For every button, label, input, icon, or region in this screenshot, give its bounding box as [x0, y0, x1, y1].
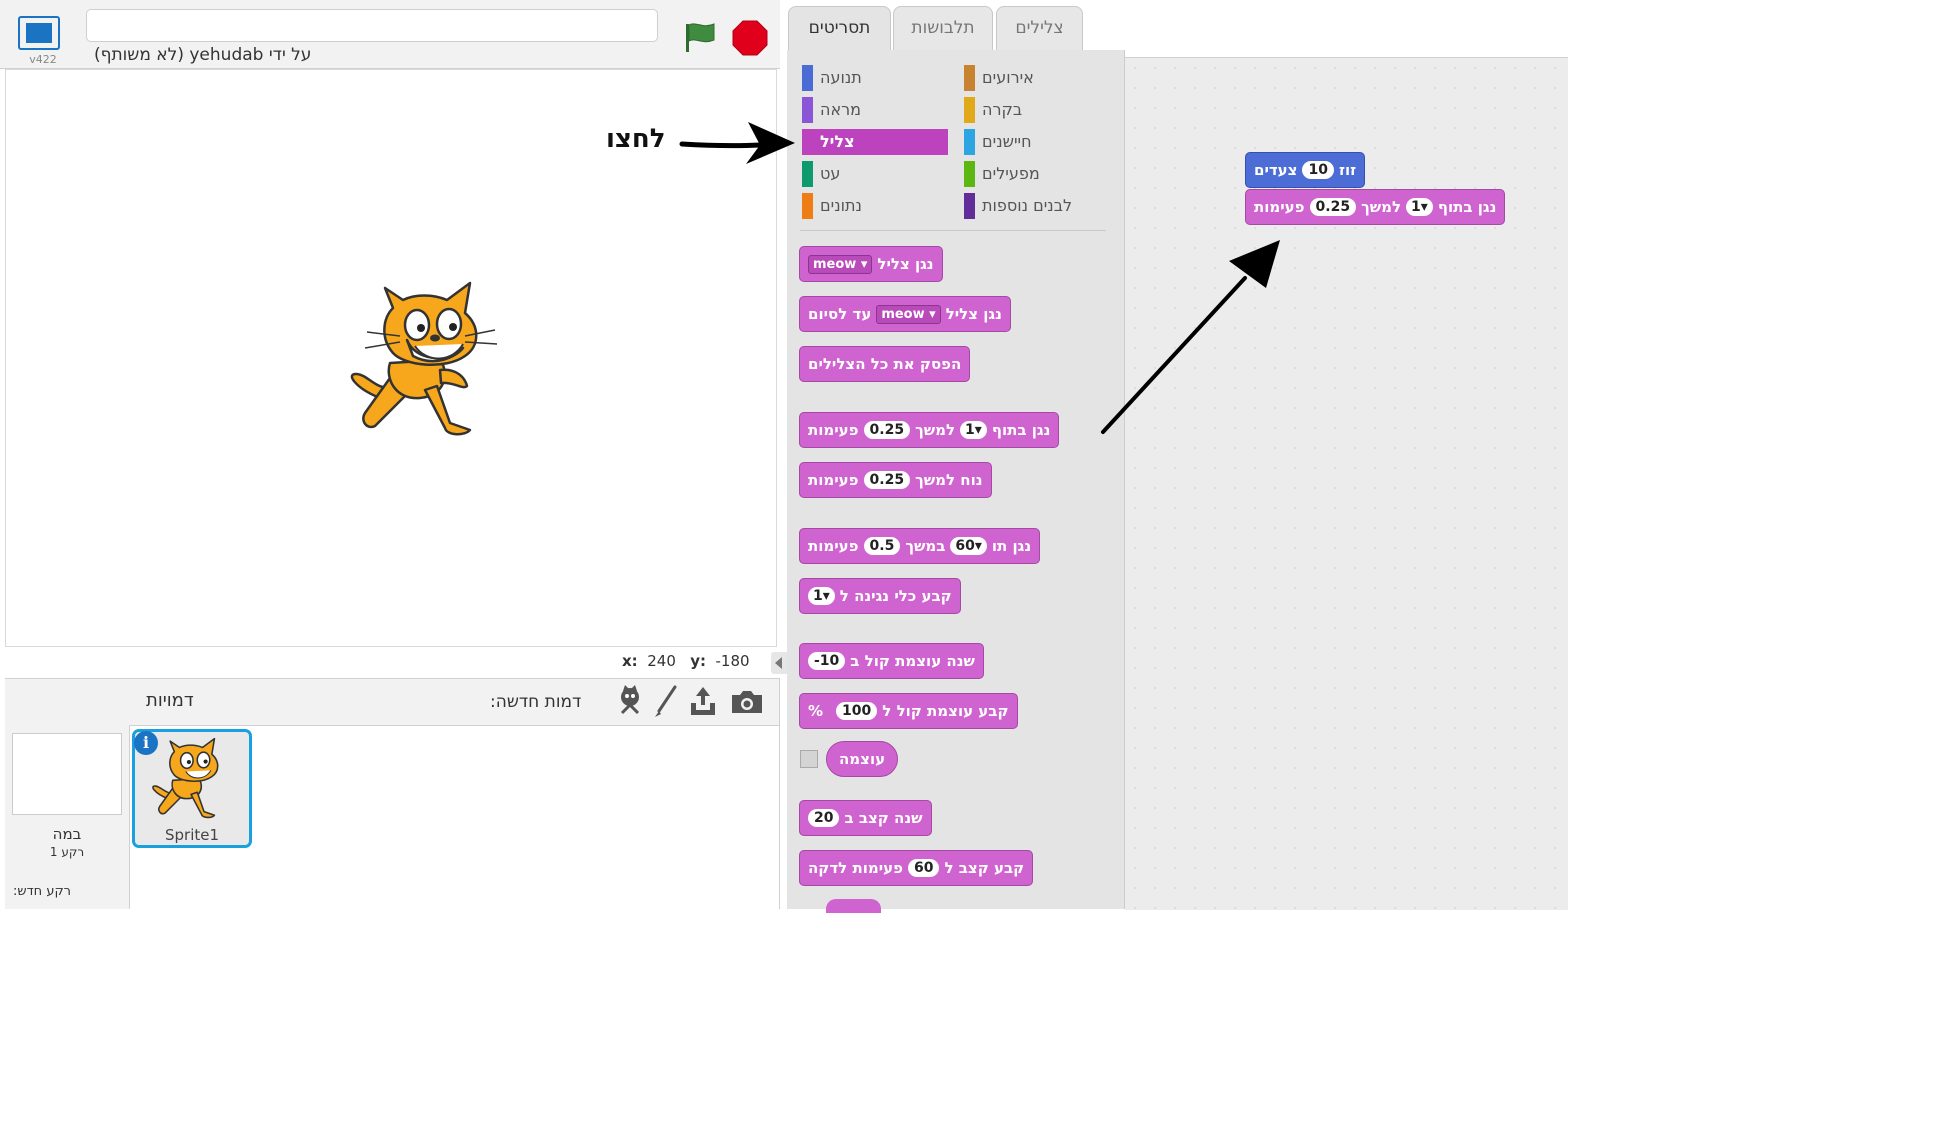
- green-flag-icon[interactable]: [682, 18, 718, 54]
- mouse-coordinates: x: 240 y: -180: [622, 652, 750, 670]
- fullscreen-icon[interactable]: [18, 16, 64, 56]
- category-sensing[interactable]: חיישנים: [964, 129, 1114, 155]
- category-divider: [800, 230, 1106, 231]
- new-backdrop-label: רקע חדש:: [13, 884, 72, 899]
- category-more-blocks[interactable]: לבנים נוספות: [964, 193, 1114, 219]
- block-set-tempo[interactable]: קבע קצב ל 60 פעימות לדקה: [799, 850, 1034, 886]
- version-label: v422: [29, 53, 57, 66]
- category-data[interactable]: נתונים: [802, 193, 952, 219]
- beats-input[interactable]: 0.25: [1309, 198, 1357, 216]
- category-events[interactable]: אירועים: [964, 65, 1114, 91]
- block-set-instrument[interactable]: קבע כלי נגינה ל 1▾: [799, 578, 961, 614]
- beats-input[interactable]: 0.25: [863, 471, 911, 489]
- camera-icon[interactable]: [730, 683, 764, 719]
- upload-icon[interactable]: [688, 683, 718, 719]
- backdrop-count: רקע 1: [49, 845, 85, 859]
- tab-scripts[interactable]: תסריטים: [788, 6, 891, 52]
- block-change-tempo[interactable]: שנה קצב ב 20: [799, 800, 932, 836]
- steps-input[interactable]: 10: [1302, 161, 1334, 179]
- category-sound[interactable]: צליל: [802, 129, 952, 155]
- sprite-library-icon[interactable]: [615, 683, 645, 719]
- paintbrush-icon[interactable]: [651, 683, 681, 719]
- project-title-input[interactable]: [86, 9, 658, 42]
- block-stop-all-sounds[interactable]: הפסק את כל הצלילים: [799, 346, 971, 382]
- script-block-play-drum[interactable]: נגן בתוף 1▾ למשך 0.25 פעימות: [1245, 189, 1506, 225]
- block-set-volume[interactable]: קבע עוצמת קול ל 100 %: [799, 693, 1018, 729]
- block-play-drum[interactable]: נגן בתוף 1▾ למשך 0.25 פעימות: [799, 412, 1060, 448]
- category-operators[interactable]: מפעילים: [964, 161, 1114, 187]
- project-byline: על ידי yehudab (לא משותף): [94, 45, 312, 65]
- category-pen[interactable]: עט: [802, 161, 952, 187]
- note-dropdown[interactable]: 60▾: [950, 537, 987, 555]
- tempo-input[interactable]: 60: [908, 859, 940, 877]
- volume-change-input[interactable]: -10: [808, 652, 846, 670]
- hint-label: לחצו: [606, 124, 666, 154]
- tempo-change-input[interactable]: 20: [808, 809, 840, 827]
- block-play-sound-until-done[interactable]: נגן צליל meow ▾ עד לסיום: [799, 296, 1011, 332]
- category-motion[interactable]: תנועה: [802, 65, 952, 91]
- sprite-thumbnail: [152, 737, 219, 819]
- block-rest[interactable]: נוח למשך 0.25 פעימות: [799, 462, 992, 498]
- instrument-dropdown[interactable]: 1▾: [808, 587, 835, 605]
- tab-costumes[interactable]: תלבושות: [893, 6, 993, 50]
- drum-dropdown[interactable]: 1▾: [960, 421, 987, 439]
- block-partial[interactable]: [826, 899, 881, 913]
- stage-label: במה: [52, 825, 82, 843]
- category-control[interactable]: בקרה: [964, 97, 1114, 123]
- script-block-move[interactable]: זוז 10 צעדים: [1245, 152, 1366, 188]
- collapse-stage-button[interactable]: [771, 652, 787, 674]
- block-change-volume[interactable]: שנה עוצמת קול ב -10: [799, 643, 984, 679]
- sprite-toolbar: [129, 679, 779, 726]
- tab-sounds[interactable]: צלילים: [996, 6, 1083, 50]
- beats-input[interactable]: 0.25: [863, 421, 911, 439]
- drum-dropdown[interactable]: 1▾: [1406, 198, 1433, 216]
- block-play-sound[interactable]: נגן צליל meow ▾: [799, 246, 943, 282]
- stop-icon[interactable]: [731, 19, 769, 57]
- beats-input[interactable]: 0.5: [863, 537, 901, 555]
- cat-sprite[interactable]: [345, 278, 505, 443]
- category-looks[interactable]: מראה: [802, 97, 952, 123]
- stage-thumbnail[interactable]: [12, 733, 122, 815]
- info-icon[interactable]: i: [134, 731, 158, 755]
- sound-dropdown[interactable]: meow ▾: [808, 254, 873, 274]
- sprites-title: דמויות: [146, 690, 194, 711]
- new-sprite-label: דמות חדשה:: [490, 692, 582, 712]
- volume-monitor-checkbox[interactable]: [800, 750, 818, 768]
- volume-input[interactable]: 100: [836, 702, 878, 720]
- sound-dropdown[interactable]: meow ▾: [876, 304, 941, 324]
- sprite-name: Sprite1: [164, 826, 220, 844]
- block-play-note[interactable]: נגן תו 60▾ במשך 0.5 פעימות: [799, 528, 1041, 564]
- block-volume-reporter[interactable]: עוצמה: [826, 741, 899, 777]
